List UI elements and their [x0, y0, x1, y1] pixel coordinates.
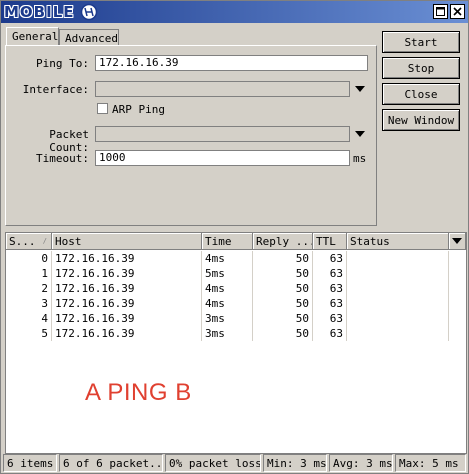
logo-text: MOBILE — [4, 3, 75, 21]
cell-host: 172.16.16.39 — [52, 281, 202, 296]
status-item-count: 6 items — [3, 454, 57, 472]
cell-time: 3ms — [202, 311, 253, 326]
status-max: Max: 5 ms — [395, 454, 466, 472]
new-window-button[interactable]: New Window — [382, 109, 460, 131]
status-min: Min: 3 ms — [263, 454, 327, 472]
cell-seq: 4 — [6, 311, 52, 326]
timeout-label: Timeout: — [36, 152, 89, 165]
cell-status — [347, 266, 449, 281]
cell-host: 172.16.16.39 — [52, 251, 202, 266]
timeout-unit: ms — [353, 152, 367, 165]
cell-status — [347, 296, 449, 311]
cell-status — [347, 311, 449, 326]
table-row[interactable]: 0 172.16.16.39 4ms 50 63 — [6, 251, 466, 266]
title-bar[interactable]: MOBILE — [1, 1, 468, 23]
cell-time: 5ms — [202, 266, 253, 281]
cell-host: 172.16.16.39 — [52, 311, 202, 326]
cell-reply: 50 — [253, 326, 313, 341]
packet-count-input[interactable] — [95, 126, 350, 142]
column-menu-button[interactable] — [449, 233, 466, 250]
cell-ttl: 63 — [313, 296, 347, 311]
cell-host: 172.16.16.39 — [52, 326, 202, 341]
cell-ttl: 63 — [313, 281, 347, 296]
ping-window: MOBILE General Advanced Ping To: 172.16.… — [0, 0, 469, 474]
table-header: S... / Host Time Reply ... TTL Status — [6, 233, 466, 250]
cell-reply: 50 — [253, 251, 313, 266]
column-header-time[interactable]: Time — [202, 233, 253, 250]
table-row[interactable]: 2 172.16.16.39 4ms 50 63 — [6, 281, 466, 296]
interface-dropdown-icon[interactable] — [354, 85, 366, 93]
cell-reply: 50 — [253, 311, 313, 326]
table-row[interactable]: 4 172.16.16.39 3ms 50 63 — [6, 311, 466, 326]
status-bar: 6 items 6 of 6 packet... 0% packet loss … — [1, 453, 468, 473]
table-row[interactable]: 5 172.16.16.39 3ms 50 63 — [6, 326, 466, 341]
cell-time: 4ms — [202, 281, 253, 296]
ping-to-label: Ping To: — [36, 57, 89, 70]
column-header-ttl[interactable]: TTL — [313, 233, 347, 250]
status-packets: 6 of 6 packet... — [59, 454, 163, 472]
column-header-reply[interactable]: Reply ... — [253, 233, 313, 250]
interface-label: Interface: — [22, 83, 89, 96]
mikrotik-logo: MOBILE — [4, 3, 101, 21]
interface-select[interactable] — [95, 81, 350, 97]
cell-ttl: 63 — [313, 311, 347, 326]
packet-count-dropdown-icon[interactable] — [354, 130, 366, 138]
close-button[interactable]: Close — [382, 83, 460, 105]
stop-button[interactable]: Stop — [382, 57, 460, 79]
maximize-icon — [436, 7, 445, 16]
cell-seq: 3 — [6, 296, 52, 311]
table-row[interactable]: 1 172.16.16.39 5ms 50 63 — [6, 266, 466, 281]
cell-status — [347, 326, 449, 341]
cell-ttl: 63 — [313, 326, 347, 341]
cell-host: 172.16.16.39 — [52, 296, 202, 311]
cell-host: 172.16.16.39 — [52, 266, 202, 281]
logo-mark-icon — [80, 3, 97, 21]
annotation-text: A PING B — [85, 379, 192, 406]
cell-seq: 0 — [6, 251, 52, 266]
packet-count-label: Packet Count: — [49, 128, 89, 154]
status-avg: Avg: 3 ms — [329, 454, 393, 472]
cell-seq: 1 — [6, 266, 52, 281]
cell-seq: 2 — [6, 281, 52, 296]
cell-status — [347, 251, 449, 266]
ping-to-input[interactable]: 172.16.16.39 — [95, 55, 368, 71]
cell-reply: 50 — [253, 266, 313, 281]
arp-ping-checkbox[interactable] — [97, 103, 108, 114]
column-menu-icon — [452, 238, 462, 244]
cell-status — [347, 281, 449, 296]
cell-time: 3ms — [202, 326, 253, 341]
column-header-seq[interactable]: S... / — [6, 233, 52, 250]
arp-ping-label: ARP Ping — [112, 103, 165, 116]
cell-reply: 50 — [253, 296, 313, 311]
cell-ttl: 63 — [313, 251, 347, 266]
cell-time: 4ms — [202, 296, 253, 311]
close-window-button[interactable] — [450, 4, 465, 19]
cell-ttl: 63 — [313, 266, 347, 281]
cell-reply: 50 — [253, 281, 313, 296]
tab-general[interactable]: General — [6, 27, 59, 45]
status-loss: 0% packet loss — [165, 454, 261, 472]
tab-advanced[interactable]: Advanced — [59, 29, 119, 45]
sort-indicator: / — [42, 237, 47, 245]
cell-seq: 5 — [6, 326, 52, 341]
timeout-input[interactable]: 1000 — [95, 150, 350, 166]
close-icon — [453, 7, 462, 16]
column-header-status[interactable]: Status — [347, 233, 449, 250]
column-header-host[interactable]: Host — [52, 233, 202, 250]
cell-time: 4ms — [202, 251, 253, 266]
maximize-button[interactable] — [433, 4, 448, 19]
start-button[interactable]: Start — [382, 31, 460, 53]
table-row[interactable]: 3 172.16.16.39 4ms 50 63 — [6, 296, 466, 311]
results-table: S... / Host Time Reply ... TTL Status 01… — [5, 232, 467, 454]
